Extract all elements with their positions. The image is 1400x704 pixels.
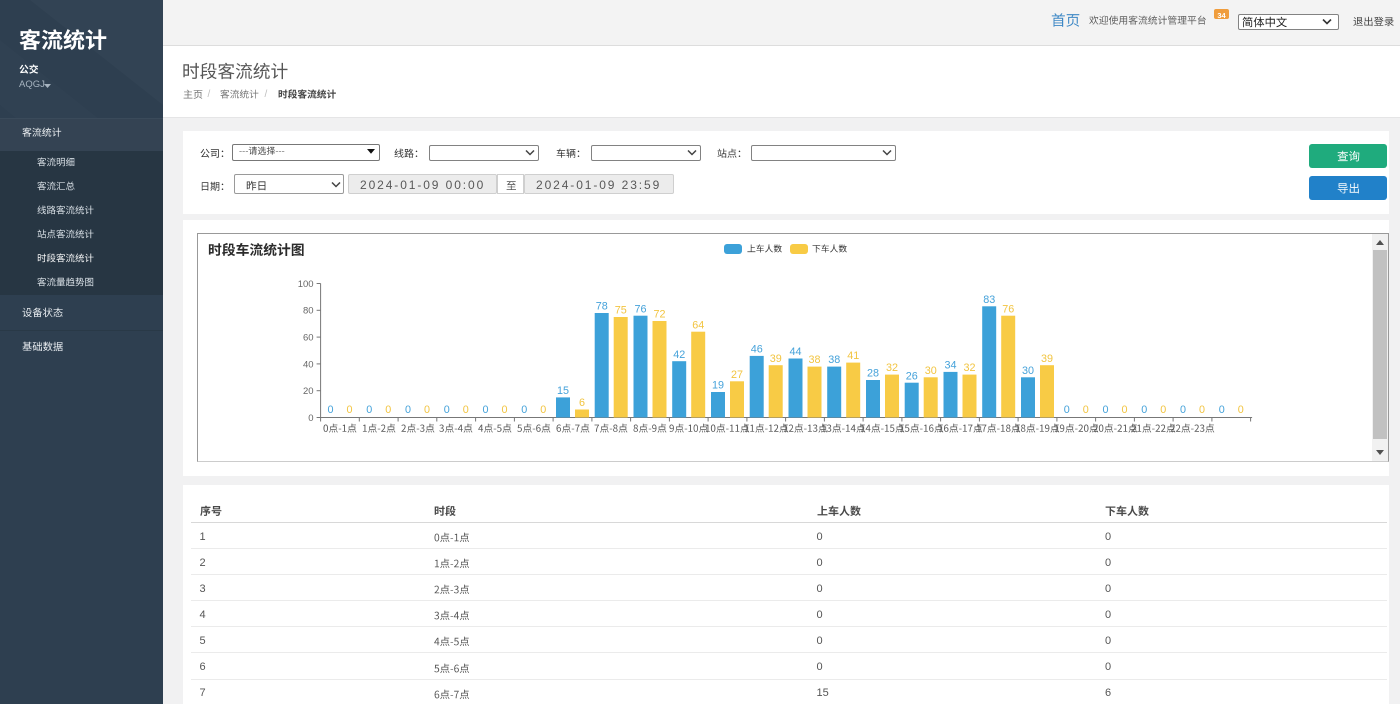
svg-text:26: 26 [906,370,918,382]
svg-text:0: 0 [501,404,507,416]
svg-text:0: 0 [1199,404,1205,416]
svg-text:0: 0 [1219,404,1225,416]
svg-text:0: 0 [1102,404,1108,416]
svg-text:39: 39 [770,353,782,365]
svg-text:0: 0 [1141,404,1147,416]
svg-text:83: 83 [983,294,995,306]
svg-text:0: 0 [1180,404,1186,416]
svg-text:0: 0 [482,404,488,416]
svg-text:0: 0 [308,413,313,424]
svg-text:34: 34 [944,360,956,372]
svg-text:0: 0 [1121,404,1127,416]
svg-text:6: 6 [579,397,585,409]
svg-text:0: 0 [346,404,352,416]
svg-text:30: 30 [1022,365,1034,377]
svg-text:0: 0 [1083,404,1089,416]
svg-text:75: 75 [615,305,627,317]
svg-text:32: 32 [886,362,898,374]
svg-text:42: 42 [673,349,685,361]
svg-text:100: 100 [298,279,314,290]
svg-text:76: 76 [1002,303,1014,315]
svg-text:27: 27 [731,369,743,381]
svg-text:40: 40 [303,359,314,370]
svg-text:38: 38 [828,354,840,366]
svg-text:60: 60 [303,333,314,344]
svg-text:0: 0 [1064,404,1070,416]
svg-text:0: 0 [521,404,527,416]
svg-text:0: 0 [444,404,450,416]
svg-text:64: 64 [692,319,704,331]
svg-text:28: 28 [867,368,879,380]
svg-text:0: 0 [1160,404,1166,416]
svg-text:0: 0 [463,404,469,416]
svg-text:39: 39 [1041,353,1053,365]
svg-text:0: 0 [405,404,411,416]
svg-text:80: 80 [303,306,314,317]
svg-text:32: 32 [963,362,975,374]
svg-text:46: 46 [751,344,763,356]
svg-text:78: 78 [596,301,608,313]
svg-text:15: 15 [557,385,569,397]
svg-text:0: 0 [385,404,391,416]
svg-text:30: 30 [925,365,937,377]
svg-text:20: 20 [303,386,314,397]
svg-text:41: 41 [847,350,859,362]
svg-text:72: 72 [653,309,665,321]
svg-text:19: 19 [712,380,724,392]
svg-text:38: 38 [808,354,820,366]
svg-text:0: 0 [327,404,333,416]
svg-text:0: 0 [1238,404,1244,416]
svg-text:0: 0 [540,404,546,416]
svg-text:44: 44 [789,346,801,358]
svg-text:0: 0 [366,404,372,416]
svg-text:76: 76 [634,303,646,315]
svg-text:0: 0 [424,404,430,416]
